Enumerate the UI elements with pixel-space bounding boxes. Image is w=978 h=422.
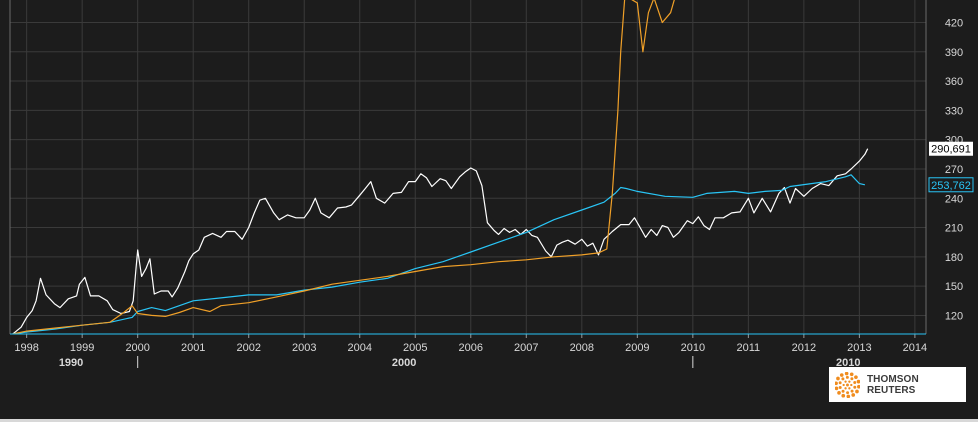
line-chart: 1201501802102402703003303603904204501998… bbox=[9, 0, 974, 369]
x-tick-label: 2005 bbox=[403, 342, 427, 354]
axes: 1201501802102402703003303603904204501998… bbox=[9, 0, 963, 369]
logo-dot bbox=[857, 384, 860, 389]
x-tick-label: 2006 bbox=[459, 342, 483, 354]
value-tag-label: 253,762 bbox=[931, 180, 971, 192]
x-tick-label: 2002 bbox=[236, 342, 260, 354]
reuters-dot-sphere-icon bbox=[835, 371, 860, 398]
y-tick-label: 120 bbox=[945, 310, 963, 322]
logo-dot bbox=[854, 374, 858, 379]
x-tick-label: 2011 bbox=[737, 342, 761, 354]
x-tick-label: 1998 bbox=[14, 342, 38, 354]
y-tick-label: 270 bbox=[945, 164, 963, 176]
series-layer bbox=[12, 0, 869, 334]
logo-dot bbox=[844, 371, 849, 375]
y-tick-label: 360 bbox=[945, 76, 963, 88]
x-tick-label: 2001 bbox=[181, 342, 205, 354]
thomson-reuters-logo: THOMSON REUTERS bbox=[829, 367, 966, 402]
logo-dot bbox=[849, 371, 854, 376]
grid bbox=[10, 0, 926, 334]
y-tick-label: 150 bbox=[945, 281, 963, 293]
logo-dot bbox=[838, 385, 842, 389]
logo-dot bbox=[850, 383, 853, 386]
x-tick-label: 2013 bbox=[847, 342, 871, 354]
logo-dot bbox=[850, 376, 854, 380]
y-tick-label: 330 bbox=[945, 105, 963, 117]
x-tick-label: 2008 bbox=[570, 342, 594, 354]
y-tick-label: 180 bbox=[945, 252, 963, 264]
x-tick-label: 2010 bbox=[681, 342, 705, 354]
logo-text: THOMSON REUTERS bbox=[866, 373, 919, 396]
logo-dot bbox=[853, 380, 857, 384]
logo-dot bbox=[844, 380, 847, 383]
series-line-0 bbox=[12, 148, 869, 334]
logo-dot bbox=[846, 390, 850, 394]
logo-dot bbox=[856, 379, 860, 383]
logo-dot bbox=[850, 389, 854, 393]
logo-dot bbox=[836, 376, 840, 380]
logo-dot bbox=[841, 389, 845, 393]
y-tick-label: 420 bbox=[945, 17, 963, 29]
logo-dot bbox=[848, 386, 851, 389]
y-tick-label: 210 bbox=[945, 223, 963, 235]
logo-dot bbox=[839, 372, 844, 377]
logo-dot bbox=[835, 386, 839, 390]
logo-dot bbox=[853, 385, 857, 389]
logo-dot bbox=[841, 393, 846, 398]
y-tick-label: 240 bbox=[945, 193, 963, 205]
logo-dot bbox=[855, 389, 859, 393]
x-tick-label: 2007 bbox=[514, 342, 538, 354]
x-tick-label: 1999 bbox=[70, 342, 94, 354]
value-tag-label: 290,691 bbox=[931, 144, 971, 156]
era-label: 1990 bbox=[59, 357, 83, 369]
logo-dot bbox=[842, 383, 845, 386]
logo-dot bbox=[848, 380, 851, 383]
logo-dot bbox=[844, 386, 847, 389]
y-tick-label: 390 bbox=[945, 47, 963, 59]
x-tick-label: 2012 bbox=[792, 342, 816, 354]
x-tick-label: 2000 bbox=[125, 342, 149, 354]
logo-dot bbox=[837, 390, 841, 395]
logo-dot bbox=[851, 392, 856, 397]
logo-dot bbox=[845, 375, 849, 379]
logo-dot bbox=[846, 383, 849, 386]
series-line-2 bbox=[12, 0, 675, 334]
x-tick-label: 2009 bbox=[625, 342, 649, 354]
logo-dot bbox=[838, 380, 842, 384]
logo-dot bbox=[846, 394, 851, 398]
logo-dot bbox=[835, 380, 838, 385]
era-label: 2000 bbox=[392, 357, 416, 369]
x-tick-label: 2003 bbox=[292, 342, 316, 354]
x-tick-label: 2014 bbox=[903, 342, 927, 354]
logo-dot bbox=[841, 376, 845, 380]
x-tick-label: 2004 bbox=[348, 342, 372, 354]
